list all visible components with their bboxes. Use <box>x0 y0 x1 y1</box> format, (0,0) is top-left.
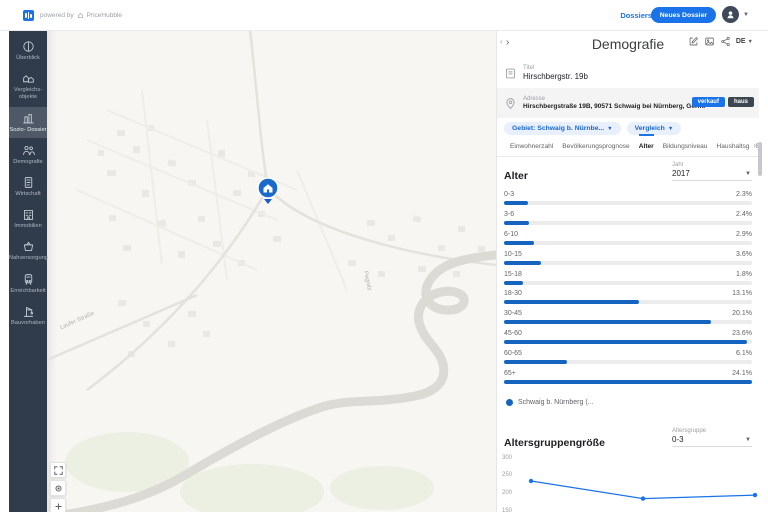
socio-dossier-icon <box>22 112 35 125</box>
age-bar-row: 3-6 2.4% <box>504 210 752 230</box>
y-axis-tick: 200 <box>502 490 512 496</box>
edit-icon[interactable] <box>688 36 699 47</box>
age-bar-row: 10-15 3.6% <box>504 250 752 270</box>
fullscreen-button[interactable] <box>50 462 66 478</box>
year-select-value: 2017 <box>672 169 752 178</box>
badge-verkauf: verkauf <box>692 97 725 107</box>
sidebar-item-sozio-dossier[interactable]: Sozio- Dossier <box>9 107 47 138</box>
chart-legend: Schwaig b. Nürnberg (... <box>506 399 593 406</box>
agegroup-select[interactable]: Altersgruppe 0-3 ▼ <box>672 428 752 447</box>
demography-icon <box>22 144 35 157</box>
powered-by: powered by PriceHubble <box>40 12 122 19</box>
language-value: DE <box>736 38 746 45</box>
language-select[interactable]: DE ▼ <box>736 38 753 45</box>
tab-einwohnerzahl[interactable]: Einwohnerzahl <box>510 134 553 156</box>
sidebar-nav: Überblick Vergleichs- objekte Sozio- Dos… <box>9 30 47 512</box>
y-axis-tick: 250 <box>502 472 512 478</box>
map-marker[interactable] <box>257 177 279 205</box>
chevron-down-icon: ▼ <box>607 126 612 132</box>
chevron-down-icon: ▼ <box>748 39 753 45</box>
y-axis-tick: 150 <box>502 508 512 512</box>
house-marker-icon <box>257 177 279 205</box>
powered-by-text: powered by <box>40 12 74 19</box>
agegroup-section-title: Altersgruppengröße <box>504 437 605 449</box>
compare-objects-icon <box>22 72 35 85</box>
tabs-scroll-left-icon[interactable]: ‹ <box>500 37 503 46</box>
tab-bar: Einwohnerzahl Bevölkerungsprognose Alter Bi… <box>497 134 759 157</box>
sidebar-item-bauvorhaben[interactable]: Bauvorhaben <box>9 300 47 331</box>
economy-icon <box>22 176 35 189</box>
locate-button[interactable] <box>50 480 66 496</box>
pricehubble-logo-icon <box>77 12 84 19</box>
age-bar-row: 30-45 20.1% <box>504 309 752 329</box>
sidebar-item-erreichbarkeit[interactable]: Erreichbarkeit <box>9 268 47 299</box>
account-menu-caret-icon[interactable]: ▼ <box>743 12 749 18</box>
legend-dot-icon <box>506 399 513 406</box>
y-axis-tick: 300 <box>502 455 512 461</box>
zoom-in-button[interactable] <box>50 498 66 512</box>
tab-bildungsniveau[interactable]: Bildungsniveau <box>663 134 708 156</box>
share-icon[interactable] <box>720 36 731 47</box>
map-background <box>47 30 496 512</box>
sidebar-item-demografie[interactable]: Demografie <box>9 139 47 170</box>
chevron-down-icon: ▼ <box>745 171 751 177</box>
top-bar: powered by PriceHubble Dossiers Neues Do… <box>0 0 768 31</box>
document-icon <box>504 67 517 80</box>
avatar[interactable] <box>722 6 739 23</box>
age-bar-row: 60-65 6.1% <box>504 349 752 369</box>
brand-name: PriceHubble <box>87 12 122 19</box>
chevron-down-icon: ▼ <box>745 437 751 443</box>
panel-scrollbar <box>758 30 762 512</box>
tab-bevölkerungsprognose[interactable]: Bevölkerungsprognose <box>562 134 629 156</box>
titel-row: Titel Hirschbergstr. 19b <box>497 60 759 86</box>
app-logo-icon[interactable] <box>23 10 34 21</box>
overview-icon <box>22 40 35 53</box>
tab-alter[interactable]: Alter <box>639 134 654 156</box>
accessibility-icon <box>22 273 35 286</box>
titel-label: Titel <box>523 65 588 71</box>
alter-section-title: Alter <box>504 170 528 182</box>
export-image-icon[interactable] <box>704 36 715 47</box>
dossiers-link[interactable]: Dossiers <box>620 11 652 20</box>
demography-panel: › Demografie DE ▼ <box>496 30 759 512</box>
local-supply-icon <box>22 240 35 253</box>
sidebar-item-immobilien[interactable]: Immobilien <box>9 203 47 234</box>
age-bar-row: 18-30 13.1% <box>504 289 752 309</box>
titel-value: Hirschbergstr. 19b <box>523 72 588 81</box>
age-bar-row: 65+ 24.1% <box>504 369 752 389</box>
age-bar-row: 6-10 2.9% <box>504 230 752 250</box>
property-badges: verkaufhaus <box>692 97 754 107</box>
new-dossier-button[interactable]: Neues Dossier <box>651 7 716 23</box>
age-bar-chart: 0-3 2.3% 3-6 2.4% 6-10 2.9% 10-15 3.6% 1… <box>504 190 752 389</box>
fullscreen-icon <box>54 466 63 475</box>
chevron-down-icon: ▼ <box>668 126 673 132</box>
app-window: powered by PriceHubble Dossiers Neues Do… <box>0 0 768 512</box>
sidebar-item-überblick[interactable]: Überblick <box>9 35 47 66</box>
agegroup-select-value: 0-3 <box>672 435 752 444</box>
locate-icon <box>54 484 63 493</box>
plus-icon <box>54 502 63 511</box>
adresse-value: Hirschbergstraße 19B, 90571 Schwaig bei … <box>523 103 705 110</box>
real-estate-icon <box>22 208 35 221</box>
user-icon <box>725 9 736 20</box>
sidebar-item-wirtschaft[interactable]: Wirtschaft <box>9 171 47 202</box>
scrollbar-thumb[interactable] <box>758 142 762 176</box>
age-bar-row: 45-60 23.6% <box>504 329 752 349</box>
panel-header: › Demografie DE ▼ <box>497 30 759 58</box>
age-bar-row: 15-18 1.8% <box>504 270 752 290</box>
legend-label: Schwaig b. Nürnberg (... <box>518 399 593 406</box>
agegroup-line-chart: 300 250 200 150 <box>497 450 759 512</box>
sidebar-item-nahversorgung[interactable]: Nahversorgung <box>9 235 47 266</box>
year-select-label: Jahr <box>672 162 752 168</box>
map-canvas[interactable]: Laufer Straße Pegnitz <box>47 30 496 512</box>
age-bar-row: 0-3 2.3% <box>504 190 752 210</box>
sidebar-item-vergleichs-objekte[interactable]: Vergleichs- objekte <box>9 67 47 105</box>
agegroup-select-label: Altersgruppe <box>672 428 752 434</box>
year-select[interactable]: Jahr 2017 ▼ <box>672 162 752 181</box>
badge-haus: haus <box>728 97 754 107</box>
location-pin-icon <box>504 97 517 110</box>
adresse-label: Adresse <box>523 96 705 102</box>
construction-icon <box>22 305 35 318</box>
tabs-scroll-right-icon[interactable]: › <box>750 141 756 150</box>
